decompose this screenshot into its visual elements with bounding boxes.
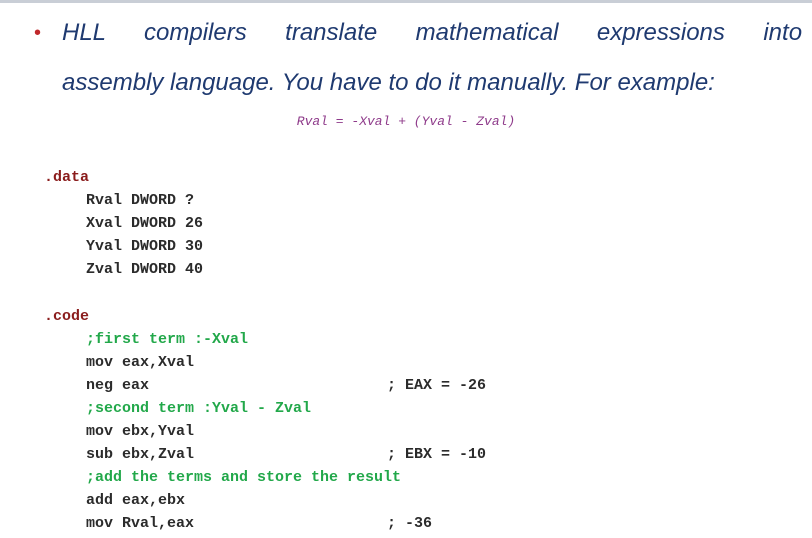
bullet-word: HLL [62,19,106,46]
data-directive: .data [44,169,90,186]
example-formula: Rval = -Xval + (Yval - Zval) [296,114,516,129]
bullet-word: compilers [144,19,247,46]
code-line-mov-ebx: mov ebx,Yval [86,423,195,440]
bullet-dot-icon: • [34,22,42,44]
inline-comment-result: ; -36 [387,515,433,532]
data-line-yval: Yval DWORD 30 [86,238,204,255]
inline-comment-ebx: ; EBX = -10 [387,446,487,463]
code-line-mov-rval: mov Rval,eax [86,515,195,532]
comment-first-term: ;first term :-Xval [86,331,249,348]
data-line-xval: Xval DWORD 26 [86,215,204,232]
slide-top-border [0,0,812,3]
code-line-sub-ebx: sub ebx,Zval [86,446,195,463]
bullet-word: mathematical [415,19,559,46]
bullet-line-2: assembly language. You have to do it man… [62,69,715,96]
bullet-word: into [763,19,803,46]
bullet-line-1: HLL compilers translate mathematical exp… [62,10,802,56]
bullet-word: translate [285,19,378,46]
code-directive: .code [44,308,90,325]
code-line-add-eax: add eax,ebx [86,492,186,509]
comment-second-term: ;second term :Yval - Zval [86,400,312,417]
code-line-mov-eax: mov eax,Xval [86,354,195,371]
data-line-rval: Rval DWORD ? [86,192,195,209]
code-line-neg-eax: neg eax [86,377,150,394]
comment-add-terms: ;add the terms and store the result [86,469,402,486]
inline-comment-eax: ; EAX = -26 [387,377,487,394]
bullet-word: expressions [596,19,725,46]
data-line-zval: Zval DWORD 40 [86,261,204,278]
